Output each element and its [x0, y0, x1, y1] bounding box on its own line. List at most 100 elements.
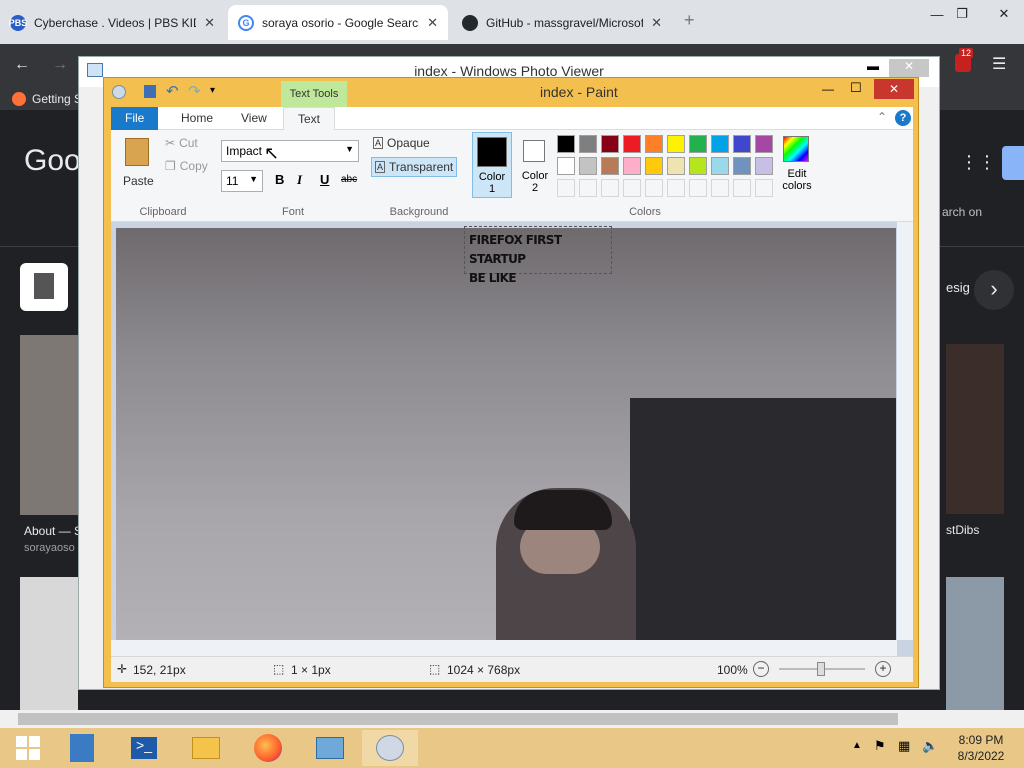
color-swatch[interactable]	[667, 135, 685, 153]
tab-pbs-kids[interactable]: PBS Cyberchase . Videos | PBS KIDS ✕	[0, 5, 225, 40]
color-swatch[interactable]	[623, 135, 641, 153]
zoom-slider-thumb[interactable]	[817, 662, 825, 676]
zoom-slider[interactable]	[779, 662, 865, 676]
result-title[interactable]: About — S	[24, 524, 82, 538]
close-window-icon[interactable]: ✕	[984, 0, 1024, 28]
result-chip[interactable]: esig	[946, 280, 970, 295]
menu-icon[interactable]: ☰	[992, 54, 1006, 74]
color-swatch[interactable]	[667, 157, 685, 175]
undo-icon[interactable]: ↶	[166, 82, 179, 100]
zoom-in-icon[interactable]: +	[875, 661, 891, 677]
result-image[interactable]	[20, 577, 78, 710]
color2-button[interactable]: Color 2	[515, 134, 555, 198]
transparent-button[interactable]: A Transparent	[371, 157, 458, 177]
forward-icon[interactable]: →	[52, 56, 68, 74]
minimize-icon[interactable]: ▬	[867, 59, 879, 73]
color-swatch[interactable]	[645, 135, 663, 153]
color-swatch[interactable]	[579, 179, 597, 197]
chair-thumbnail[interactable]	[20, 263, 68, 311]
result-image[interactable]	[946, 577, 1004, 710]
firefox-icon[interactable]	[240, 730, 296, 766]
result-image[interactable]	[20, 335, 78, 515]
cut-button[interactable]: ✂ Cut	[165, 136, 198, 150]
color-swatch[interactable]	[711, 157, 729, 175]
flag-icon[interactable]: ⚑	[874, 738, 886, 754]
color-swatch[interactable]	[755, 157, 773, 175]
color-swatch[interactable]	[579, 157, 597, 175]
tab-home[interactable]: Home	[167, 107, 227, 130]
volume-muted-icon[interactable]: 🔈	[922, 738, 938, 754]
minimize-icon[interactable]: —	[822, 82, 834, 96]
result-title[interactable]: stDibs	[946, 523, 979, 537]
powershell-icon[interactable]: >_	[116, 730, 172, 766]
redo-icon[interactable]: ↷	[188, 82, 201, 100]
color-swatch[interactable]	[557, 157, 575, 175]
tab-github[interactable]: GitHub - massgravel/Microsoft- ✕	[452, 5, 672, 40]
color-swatch[interactable]	[733, 135, 751, 153]
strikethrough-button[interactable]: abc	[341, 174, 357, 185]
photo-viewer-icon[interactable]	[302, 730, 358, 766]
color-swatch[interactable]	[689, 157, 707, 175]
network-icon[interactable]: ▦	[898, 738, 910, 754]
tab-file[interactable]: File	[111, 107, 159, 130]
color-swatch[interactable]	[689, 135, 707, 153]
color-swatch[interactable]	[557, 135, 575, 153]
drawing-canvas[interactable]: FIREFOX FIRST STARTUP BE LIKE	[116, 226, 896, 640]
paste-button[interactable]: Paste	[119, 136, 159, 192]
sign-in-button[interactable]	[1002, 146, 1024, 180]
bookmark-getting-started[interactable]: Getting S	[32, 92, 82, 106]
color-swatch[interactable]	[601, 157, 619, 175]
color-swatch[interactable]	[711, 179, 729, 197]
apps-icon[interactable]: ⋮⋮	[960, 152, 996, 173]
help-icon[interactable]: ?	[895, 110, 911, 126]
italic-button[interactable]: I	[297, 172, 302, 188]
extension-icon[interactable]: 12	[955, 48, 974, 72]
color-swatch[interactable]	[557, 179, 575, 197]
result-image[interactable]	[946, 344, 1004, 514]
color-swatch[interactable]	[645, 179, 663, 197]
color-swatch[interactable]	[623, 179, 641, 197]
color-swatch[interactable]	[755, 135, 773, 153]
start-button[interactable]	[0, 730, 56, 766]
maximize-icon[interactable]: ☐	[850, 80, 862, 96]
save-icon[interactable]	[144, 85, 156, 98]
color-swatch[interactable]	[733, 179, 751, 197]
horizontal-scrollbar[interactable]	[111, 640, 897, 656]
font-size-select[interactable]: 11 ▼	[221, 170, 263, 192]
color-swatch[interactable]	[623, 157, 641, 175]
copy-button[interactable]: ❐ Copy	[165, 159, 208, 173]
color-swatch[interactable]	[667, 179, 685, 197]
color-swatch[interactable]	[733, 157, 751, 175]
close-icon[interactable]: ✕	[874, 79, 914, 99]
color-swatch[interactable]	[645, 157, 663, 175]
restore-icon[interactable]: ❐	[946, 0, 978, 28]
show-hidden-icons[interactable]: ▲	[852, 740, 862, 751]
paint-app-icon[interactable]	[112, 85, 126, 99]
color-swatch[interactable]	[601, 135, 619, 153]
clock[interactable]: 8:09 PM 8/3/2022	[946, 732, 1016, 764]
close-icon[interactable]: ✕	[427, 15, 438, 31]
server-manager-icon[interactable]	[54, 730, 110, 766]
tab-google-search[interactable]: G soraya osorio - Google Search ✕	[228, 5, 448, 40]
collapse-ribbon-icon[interactable]: ⌃	[877, 110, 887, 124]
close-icon[interactable]: ✕	[651, 15, 662, 31]
tab-text[interactable]: Text	[283, 107, 336, 130]
font-family-select[interactable]: Impact ▼ ↖	[221, 140, 359, 163]
new-tab-button[interactable]: +	[684, 10, 695, 31]
file-explorer-icon[interactable]	[178, 730, 234, 766]
color-swatch[interactable]	[579, 135, 597, 153]
color-swatch[interactable]	[755, 179, 773, 197]
color1-button[interactable]: Color 1	[472, 132, 512, 198]
paint-icon[interactable]	[362, 730, 418, 766]
close-icon[interactable]: ✕	[889, 59, 929, 77]
zoom-out-icon[interactable]: −	[753, 661, 769, 677]
back-icon[interactable]: ←	[14, 56, 30, 74]
horizontal-scrollbar[interactable]	[0, 710, 1024, 728]
text-box[interactable]: FIREFOX FIRST STARTUP BE LIKE	[464, 226, 612, 285]
edit-colors-button[interactable]: Edit colors	[779, 134, 815, 198]
customize-quick-access-icon[interactable]: ▾	[210, 85, 215, 96]
close-icon[interactable]: ✕	[204, 15, 215, 31]
color-swatch[interactable]	[601, 179, 619, 197]
opaque-button[interactable]: A Opaque	[373, 136, 430, 150]
color-swatch[interactable]	[711, 135, 729, 153]
